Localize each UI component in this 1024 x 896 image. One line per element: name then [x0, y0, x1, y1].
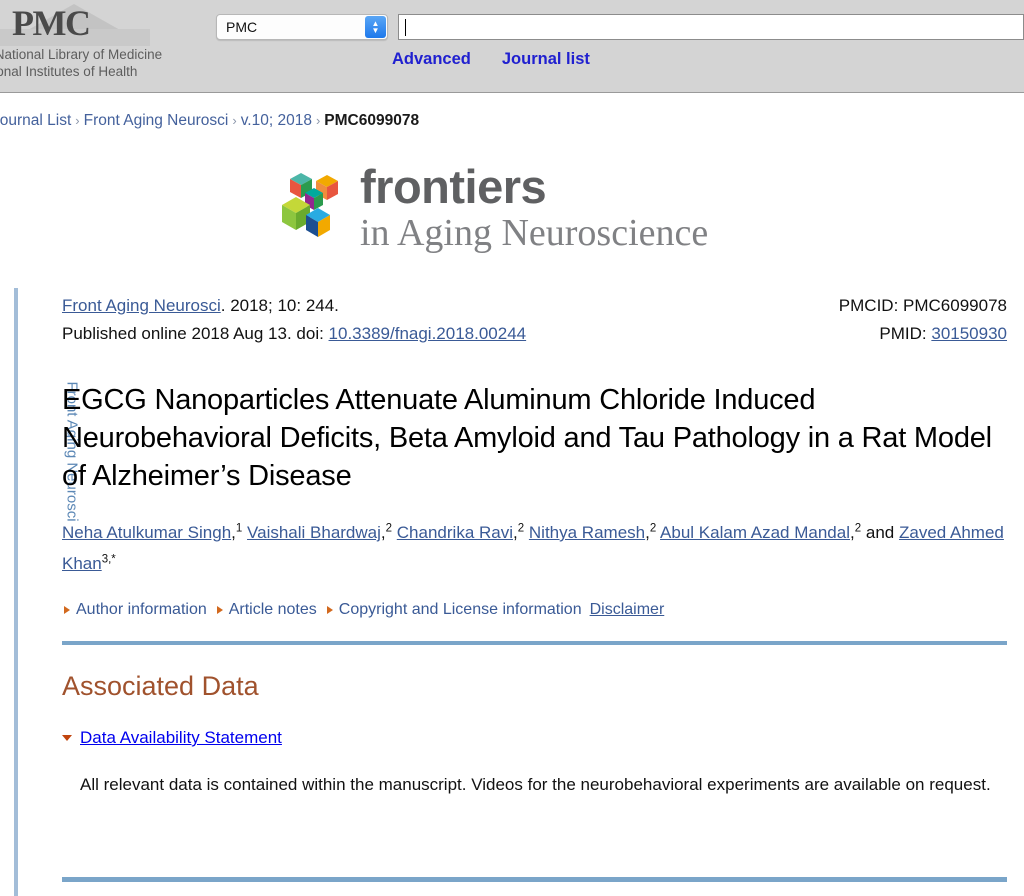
chevron-down-icon: ▼	[371, 26, 380, 35]
author-affil-marker: 2	[649, 522, 657, 535]
article-notes-link[interactable]: Article notes	[229, 601, 317, 618]
site-header: PMC S National Library of Medicine ation…	[0, 0, 1024, 93]
breadcrumb-item-journal[interactable]: Front Aging Neurosci	[84, 112, 229, 129]
journal-citation-link[interactable]: Front Aging Neurosci	[62, 296, 221, 315]
journal-list-link[interactable]: Journal list	[502, 50, 590, 69]
bottom-divider	[62, 877, 1007, 882]
triangle-right-icon	[326, 606, 333, 614]
disclaimer-item[interactable]: Disclaimer	[590, 601, 665, 619]
author-information-item[interactable]: Author information	[62, 601, 207, 619]
author-list: Neha Atulkumar Singh,1 Vaishali Bhardwaj…	[62, 517, 1007, 579]
article-meta-links: Author information Article notes Copyrig…	[62, 601, 1007, 619]
journal-wordmark: frontiers in Aging Neuroscience	[360, 163, 708, 252]
header-links: Advanced Journal list	[392, 50, 1024, 69]
author-link[interactable]: Vaishali Bhardwaj	[247, 523, 381, 542]
breadcrumb-item-volume[interactable]: v.10; 2018	[241, 112, 312, 129]
pmc-wordmark: PMC	[12, 3, 91, 43]
author-information-link[interactable]: Author information	[76, 601, 207, 618]
breadcrumb-item-current: PMC6099078	[324, 112, 420, 129]
search-area: PMC ▲ ▼ Advanced Journal list	[216, 14, 1024, 69]
pmid-link[interactable]: 30150930	[931, 324, 1007, 343]
frontiers-cubes-icon	[276, 167, 348, 245]
journal-name-line2: in Aging Neuroscience	[360, 212, 709, 254]
database-select-value: PMC	[226, 19, 258, 35]
section-divider	[62, 641, 1007, 645]
published-row: Published online 2018 Aug 13. doi: 10.33…	[62, 320, 1007, 348]
citation-row: Front Aging Neurosci. 2018; 10: 244. PMC…	[62, 292, 1007, 320]
breadcrumb-item-journal-list[interactable]: Journal List	[0, 112, 71, 129]
journal-name-line1: frontiers	[360, 160, 547, 213]
author-link[interactable]: Abul Kalam Azad Mandal	[660, 523, 850, 542]
author-affil-marker-last: 3,*	[101, 553, 116, 566]
data-availability-link[interactable]: Data Availability Statement	[80, 728, 282, 748]
copyright-license-link[interactable]: Copyright and License information	[339, 601, 582, 618]
author-affil-marker: 1	[235, 522, 243, 535]
copyright-license-item[interactable]: Copyright and License information	[325, 601, 582, 619]
disclaimer-link[interactable]: Disclaimer	[590, 601, 665, 618]
search-input[interactable]	[398, 14, 1024, 40]
nlm-logo[interactable]: PMC S National Library of Medicine ation…	[0, 2, 192, 80]
advanced-search-link[interactable]: Advanced	[392, 50, 471, 69]
article-notes-item[interactable]: Article notes	[215, 601, 317, 619]
article-container: Front Aging Neurosci. 2018; 10: 244. PMC…	[62, 292, 1007, 819]
triangle-down-icon	[62, 735, 72, 741]
page-title: EGCG Nanoparticles Attenuate Aluminum Ch…	[62, 384, 992, 492]
database-select[interactable]: PMC ▲ ▼	[216, 14, 388, 40]
search-row: PMC ▲ ▼	[216, 14, 1024, 40]
breadcrumb-separator: ›	[315, 113, 321, 128]
pmid-block: PMID: 30150930	[879, 320, 1007, 348]
pmcid-label: PMCID:	[838, 296, 904, 315]
text-caret	[405, 18, 406, 36]
author-affil-marker: 2	[854, 522, 862, 535]
journal-rail: Front Aging Neurosci	[14, 288, 86, 896]
published-prefix: Published online 2018 Aug 13. doi:	[62, 324, 329, 343]
data-availability-text: All relevant data is contained within th…	[80, 775, 991, 794]
nlm-line-2: ational Institutes of Health	[0, 64, 138, 79]
breadcrumb: Journal List›Front Aging Neurosci›v.10; …	[0, 112, 419, 130]
author-link[interactable]: Nithya Ramesh	[529, 523, 645, 542]
doi-link[interactable]: 10.3389/fnagi.2018.00244	[329, 324, 527, 343]
published-left: Published online 2018 Aug 13. doi: 10.33…	[62, 320, 526, 348]
author-link[interactable]: Chandrika Ravi	[397, 523, 513, 542]
nlm-line-1: S National Library of Medicine	[0, 47, 163, 62]
citation-volume-page: . 2018; 10: 244.	[220, 296, 339, 315]
citation-left: Front Aging Neurosci. 2018; 10: 244.	[62, 292, 339, 320]
triangle-right-icon	[64, 606, 70, 614]
authors-conjunction: and	[865, 523, 895, 542]
breadcrumb-separator: ›	[75, 113, 80, 128]
author-affil-marker: 2	[385, 522, 393, 535]
author-affil-marker: 2	[517, 522, 525, 535]
stepper-up-down-icon[interactable]: ▲ ▼	[365, 16, 386, 38]
pmcid-block: PMCID: PMC6099078	[839, 292, 1007, 320]
data-availability-toggle[interactable]: Data Availability Statement	[62, 728, 1007, 748]
breadcrumb-separator: ›	[232, 113, 237, 128]
triangle-right-icon	[216, 606, 223, 614]
journal-logo[interactable]: frontiers in Aging Neuroscience	[276, 163, 708, 252]
pmc-logo-mark: PMC	[0, 2, 192, 46]
pmcid-value: PMC6099078	[903, 296, 1007, 315]
associated-data-heading: Associated Data	[62, 671, 259, 701]
author-link[interactable]: Neha Atulkumar Singh	[62, 523, 231, 542]
pmid-label: PMID:	[879, 324, 932, 343]
